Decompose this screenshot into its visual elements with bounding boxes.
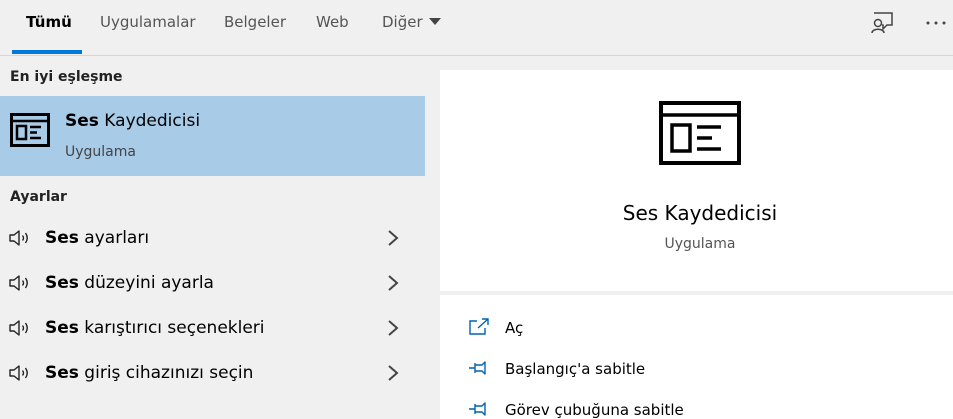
chevron-right-icon[interactable] — [386, 230, 400, 246]
settings-result-match: Ses — [45, 228, 79, 248]
pin-to-start-action-label: Başlangıç'a sabitle — [505, 360, 646, 378]
speaker-icon — [9, 230, 28, 246]
results-list: En iyi eşleşme Ses Kaydedicisi Uygulama … — [0, 56, 425, 419]
settings-result-rest: giriş cihazınızı seçin — [78, 363, 254, 383]
settings-result[interactable]: Ses ayarları — [0, 216, 425, 261]
active-tab-indicator — [12, 50, 82, 54]
settings-result-rest: düzeyini ayarla — [78, 273, 214, 293]
tab-documents[interactable]: Belgeler — [224, 0, 286, 55]
settings-result-match: Ses — [45, 318, 79, 338]
settings-result[interactable]: Ses düzeyini ayarla — [0, 261, 425, 306]
tab-more-label: Diğer — [382, 13, 423, 31]
best-match-title: Ses Kaydedicisi — [65, 111, 200, 131]
best-match-heading: En iyi eşleşme — [10, 69, 123, 85]
settings-result[interactable]: Ses giriş cihazınızı seçin — [0, 351, 425, 396]
open-action-label: Aç — [505, 319, 524, 337]
chevron-down-icon — [428, 18, 441, 25]
settings-result-match: Ses — [45, 273, 79, 293]
search-filter-bar: Tümü Uygulamalar Belgeler Web Diğer — [0, 0, 953, 56]
settings-result-label: Ses düzeyini ayarla — [45, 273, 214, 293]
app-detail-title: Ses Kaydedicisi — [622, 201, 778, 225]
app-detail-subtitle: Uygulama — [664, 236, 736, 252]
tab-web[interactable]: Web — [316, 0, 349, 55]
app-actions-list: Aç Başlangıç'a sabitle Görev çubuğuna sa… — [440, 295, 953, 419]
pin-to-start-action[interactable]: Başlangıç'a sabitle — [440, 350, 953, 388]
pin-to-taskbar-action[interactable]: Görev çubuğuna sabitle — [440, 391, 953, 419]
tab-all[interactable]: Tümü — [26, 0, 72, 55]
speaker-icon — [9, 275, 28, 291]
feedback-person-icon[interactable] — [870, 11, 894, 35]
settings-result[interactable]: Ses karıştırıcı seçenekleri — [0, 306, 425, 351]
open-icon — [469, 318, 489, 335]
best-match-subtitle: Uygulama — [65, 144, 136, 160]
open-action[interactable]: Aç — [440, 309, 953, 347]
chevron-right-icon[interactable] — [386, 365, 400, 381]
best-match-title-rest: Kaydedicisi — [98, 111, 201, 131]
speaker-icon — [9, 320, 28, 336]
settings-result-rest: ayarları — [78, 228, 150, 248]
settings-result-label: Ses giriş cihazınızı seçin — [45, 363, 253, 383]
settings-result-label: Ses ayarları — [45, 228, 149, 248]
speaker-icon — [9, 365, 28, 381]
tab-more[interactable]: Diğer — [382, 0, 441, 55]
settings-result-rest: karıştırıcı seçenekleri — [78, 318, 265, 338]
chevron-right-icon[interactable] — [386, 275, 400, 291]
pin-icon — [469, 402, 486, 416]
more-ellipsis-icon[interactable] — [924, 11, 948, 35]
tab-apps[interactable]: Uygulamalar — [100, 0, 196, 55]
app-window-icon — [659, 101, 741, 165]
settings-result-match: Ses — [45, 363, 79, 383]
app-detail-card: Ses Kaydedicisi Uygulama — [440, 70, 953, 291]
chevron-right-icon[interactable] — [386, 320, 400, 336]
settings-heading: Ayarlar — [10, 189, 67, 205]
app-window-icon — [10, 113, 50, 147]
best-match-result[interactable]: Ses Kaydedicisi Uygulama — [0, 96, 425, 176]
best-match-title-match: Ses — [65, 111, 99, 131]
pin-to-taskbar-action-label: Görev çubuğuna sabitle — [505, 401, 684, 419]
settings-result-label: Ses karıştırıcı seçenekleri — [45, 318, 265, 338]
pin-icon — [469, 361, 486, 375]
